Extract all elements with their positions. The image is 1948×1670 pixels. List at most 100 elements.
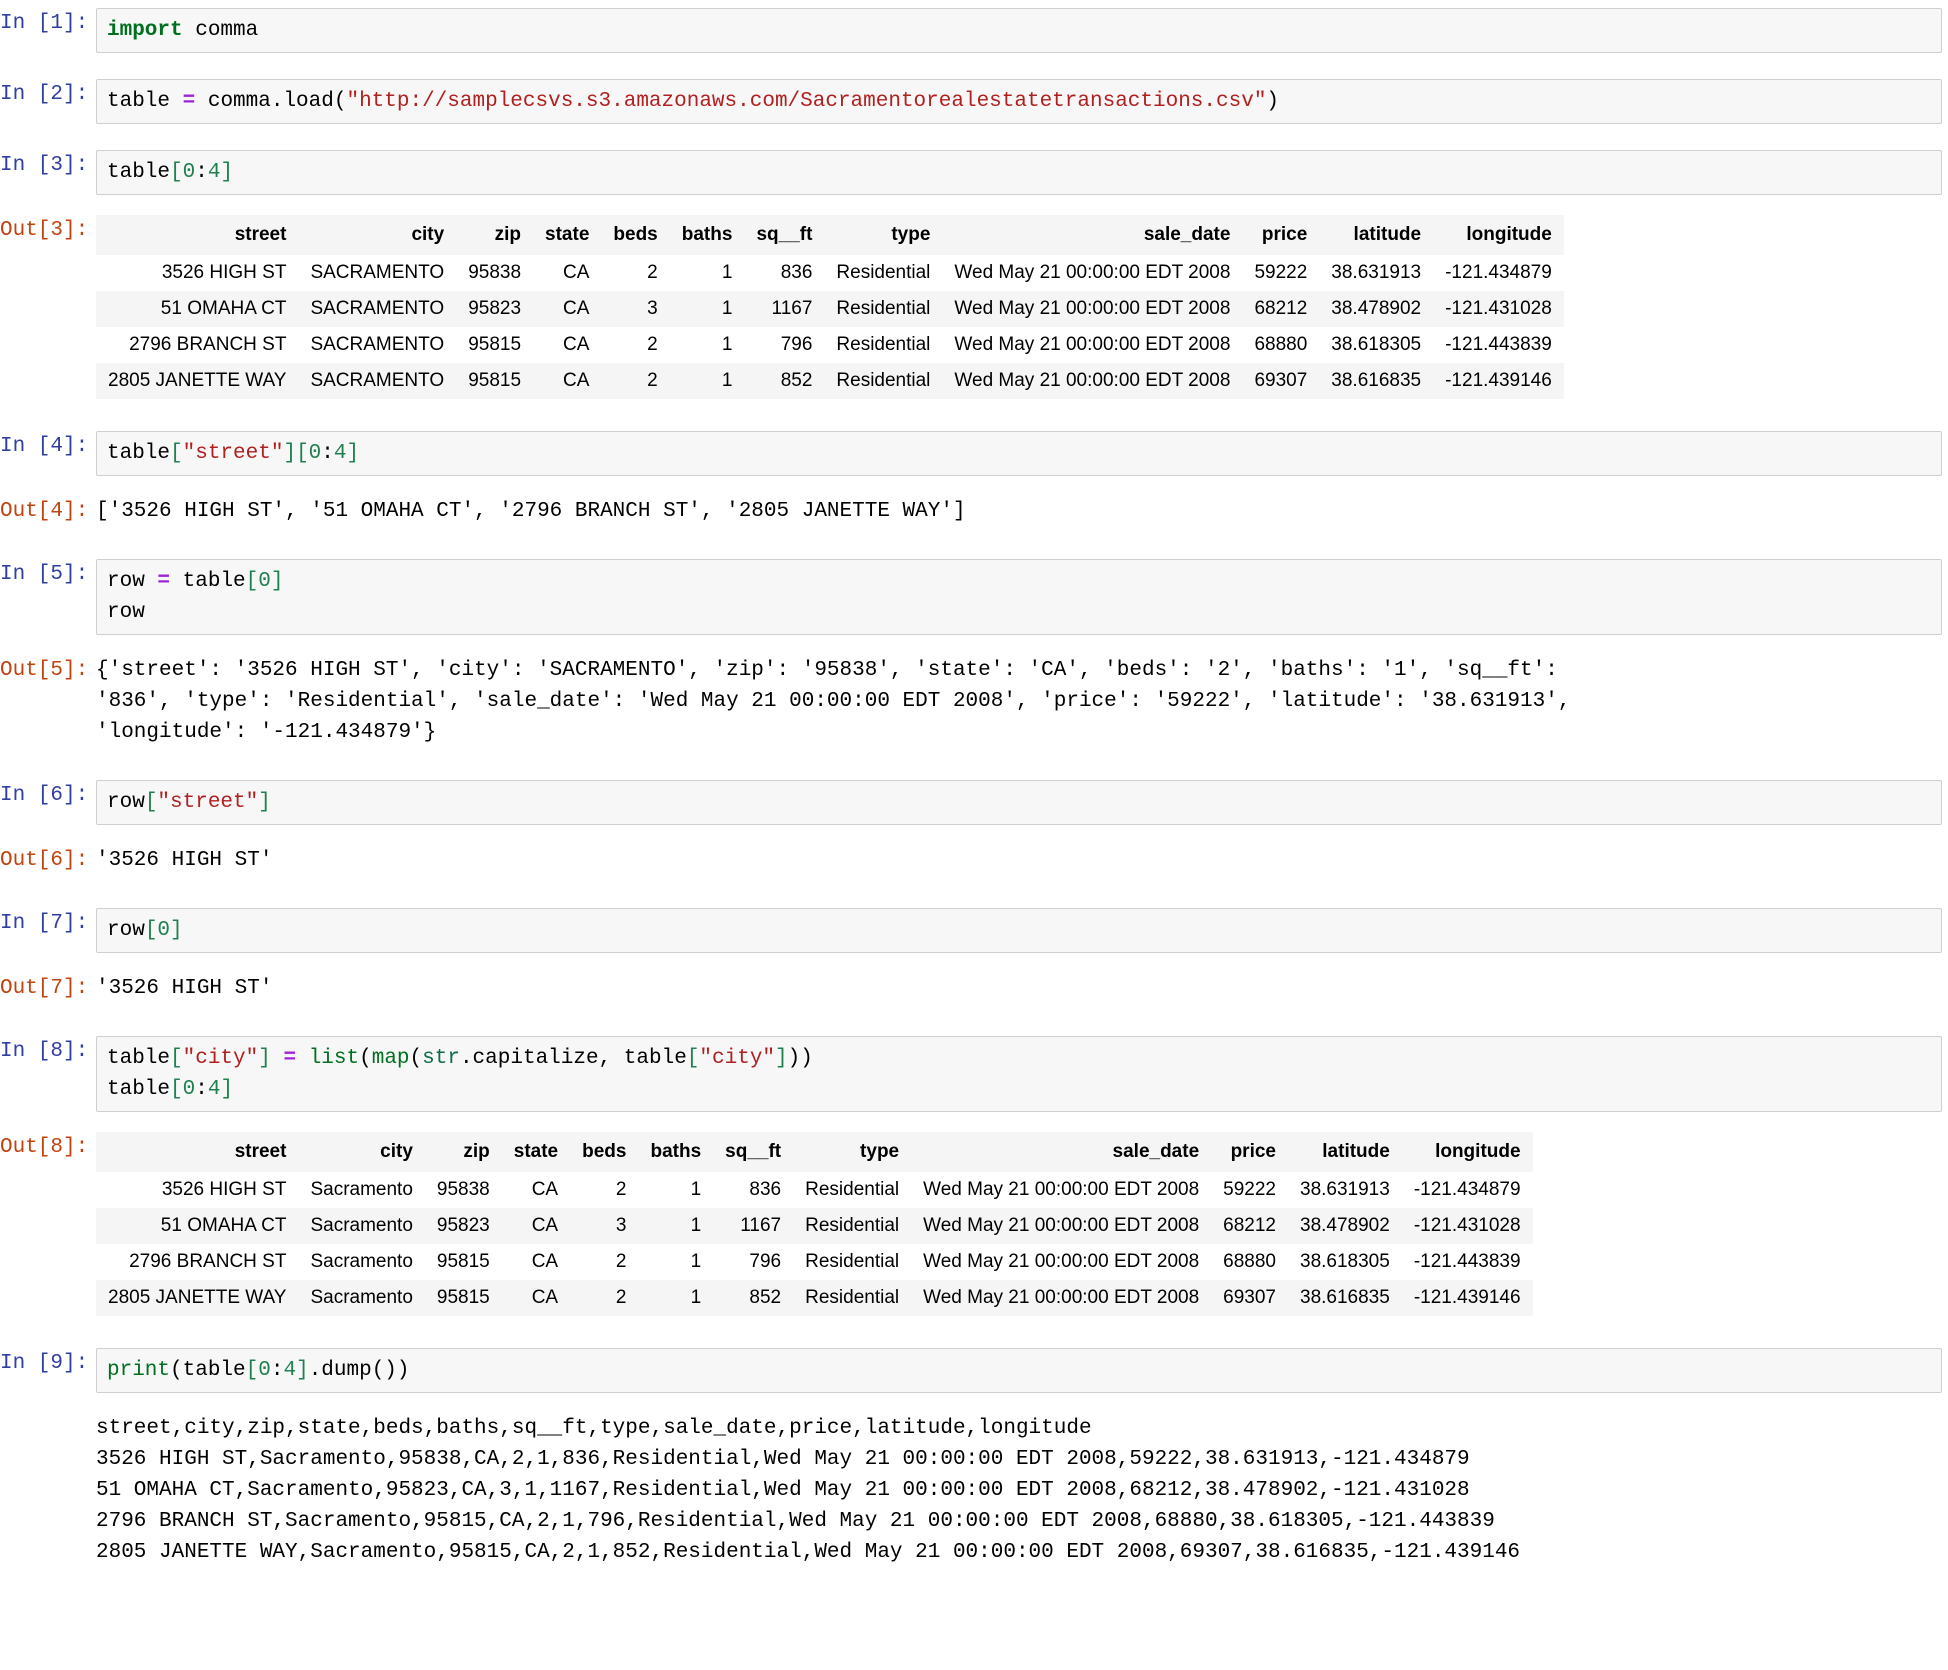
- column-header: beds: [570, 1132, 639, 1172]
- code-text[interactable]: table[0:4]: [107, 157, 1931, 188]
- code-editor[interactable]: row[0]: [96, 908, 1942, 953]
- result-text: ['3526 HIGH ST', '51 OMAHA CT', '2796 BR…: [96, 500, 966, 523]
- table-cell: Residential: [793, 1244, 912, 1280]
- table-cell: 2: [570, 1244, 639, 1280]
- output-area: Out[5]: {'street': '3526 HIGH ST', 'city'…: [0, 653, 1948, 750]
- output-body: street city zip state beds baths sq__ft type sal…: [96, 1132, 1948, 1316]
- column-header: city: [298, 215, 457, 255]
- table-cell: Wed May 21 00:00:00 EDT 2008: [942, 255, 1243, 291]
- table-cell: CA: [533, 291, 602, 327]
- code-token-op: =: [182, 90, 196, 113]
- code-editor[interactable]: import comma: [96, 8, 1942, 53]
- in-prompt: In [7]:: [0, 912, 89, 935]
- column-header: type: [824, 215, 943, 255]
- code-token-plain: :: [270, 1359, 284, 1382]
- table-cell: CA: [501, 1208, 571, 1244]
- column-header: sq__ft: [713, 1132, 794, 1172]
- code-token-bracket: [: [170, 1047, 183, 1070]
- code-token-plain: table: [107, 161, 171, 184]
- code-cell[interactable]: In [3]: table[0:4]: [0, 142, 1948, 203]
- code-cell[interactable]: In [5]: row = table[0] row: [0, 551, 1948, 643]
- code-cell[interactable]: In [8]: table["city"] = list(map(str.capi…: [0, 1028, 1948, 1120]
- code-editor[interactable]: table["city"] = list(map(str.capitalize,…: [96, 1036, 1942, 1112]
- code-token-op: =: [283, 1047, 297, 1070]
- table-cell: 3: [570, 1208, 639, 1244]
- code-text[interactable]: row[0]: [107, 915, 1931, 946]
- column-header: type: [793, 1132, 912, 1172]
- code-editor[interactable]: row["street"]: [96, 780, 1942, 825]
- code-token-builtin: map: [371, 1047, 410, 1070]
- in-prompt: In [8]:: [0, 1040, 89, 1063]
- table-cell: 1: [638, 1172, 714, 1208]
- code-token-plain: row: [107, 919, 145, 942]
- in-prompt: In [1]:: [0, 12, 89, 35]
- output-body: '3526 HIGH ST': [96, 973, 1948, 1004]
- table-row: 3526 HIGH ST Sacramento 95838 CA 2 1 836 Reside…: [96, 1172, 1533, 1208]
- code-token-plain: .capitalize, table: [459, 1047, 687, 1070]
- code-text[interactable]: table["street"][0:4]: [107, 438, 1931, 469]
- code-token-kw: import: [107, 19, 183, 42]
- table-cell: 51 OMAHA CT: [96, 1208, 299, 1244]
- code-token-plain: (table: [170, 1359, 246, 1382]
- code-token-plain: :: [321, 442, 334, 465]
- code-cell-body: table = comma.load("http://samplecsvs.s3…: [96, 79, 1948, 124]
- column-header: latitude: [1319, 215, 1434, 255]
- code-text[interactable]: print(table[0:4].dump()): [107, 1355, 1931, 1386]
- code-token-bracket: [: [170, 1078, 183, 1101]
- code-editor[interactable]: row = table[0] row: [96, 559, 1942, 635]
- code-token-num: 0: [182, 161, 196, 184]
- table-cell: 51 OMAHA CT: [96, 291, 299, 327]
- table-cell: Residential: [793, 1208, 912, 1244]
- code-cell[interactable]: In [6]: row["street"]: [0, 772, 1948, 833]
- code-editor[interactable]: table = comma.load("http://samplecsvs.s3…: [96, 79, 1942, 124]
- code-token-bracket: ]: [283, 442, 297, 465]
- code-editor[interactable]: print(table[0:4].dump()): [96, 1348, 1942, 1393]
- in-prompt: In [2]:: [0, 83, 89, 106]
- out-prompt: Out[7]:: [0, 977, 89, 1000]
- code-token-bracket: [: [296, 442, 309, 465]
- in-prompt: In [4]:: [0, 435, 89, 458]
- code-cell[interactable]: In [2]: table = comma.load("http://sample…: [0, 71, 1948, 132]
- out-prompt: Out[6]:: [0, 849, 89, 872]
- table-cell: 59222: [1242, 255, 1320, 291]
- code-token-bracket: [: [170, 161, 183, 184]
- code-text[interactable]: row = table[0] row: [107, 566, 1931, 628]
- code-token-bracket: ]: [258, 791, 271, 814]
- code-text[interactable]: import comma: [107, 15, 1931, 46]
- code-token-num: 0: [157, 919, 171, 942]
- table-cell: Residential: [824, 363, 943, 399]
- code-token-bracket: [: [144, 791, 158, 814]
- table-cell: 95838: [424, 1172, 502, 1208]
- code-text[interactable]: table = comma.load("http://samplecsvs.s3…: [107, 86, 1931, 117]
- code-text[interactable]: table["city"] = list(map(str.capitalize,…: [107, 1043, 1931, 1105]
- code-text[interactable]: row["street"]: [107, 787, 1931, 818]
- table-row: 51 OMAHA CT Sacramento 95823 CA 3 1 1167 Reside…: [96, 1208, 1533, 1244]
- table-cell: 95823: [424, 1208, 502, 1244]
- code-token-plain: table: [170, 570, 246, 593]
- output-area: Out[4]: ['3526 HIGH ST', '51 OMAHA CT', '…: [0, 494, 1948, 529]
- result-text: {'street': '3526 HIGH ST', 'city': 'SACR…: [96, 659, 1571, 744]
- table-cell: 2: [570, 1280, 639, 1316]
- output-area: Out[8]: street city zip state beds baths sq__ft…: [0, 1130, 1948, 1318]
- table-cell: Residential: [824, 255, 943, 291]
- table-cell: Wed May 21 00:00:00 EDT 2008: [911, 1244, 1212, 1280]
- code-cell[interactable]: In [7]: row[0]: [0, 900, 1948, 961]
- code-editor[interactable]: table["street"][0:4]: [96, 431, 1942, 476]
- table-row: 2796 BRANCH ST Sacramento 95815 CA 2 1 796 Resi…: [96, 1244, 1533, 1280]
- code-token-bracket: ]: [220, 161, 234, 184]
- code-cell-body: row[0]: [96, 908, 1948, 953]
- code-cell[interactable]: In [1]: import comma: [0, 0, 1948, 61]
- table-cell: 836: [744, 255, 825, 291]
- code-editor[interactable]: table[0:4]: [96, 150, 1942, 195]
- code-token-plain: row: [107, 601, 145, 624]
- code-cell[interactable]: In [9]: print(table[0:4].dump()): [0, 1340, 1948, 1401]
- code-cell-body: table["city"] = list(map(str.capitalize,…: [96, 1036, 1948, 1112]
- table-cell: 2: [601, 255, 670, 291]
- code-cell[interactable]: In [4]: table["street"][0:4]: [0, 423, 1948, 484]
